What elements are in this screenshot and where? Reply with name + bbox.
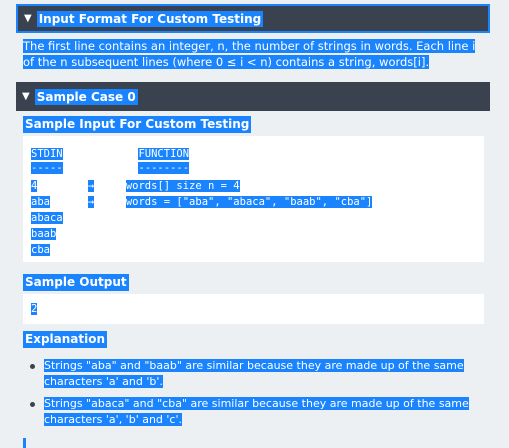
- code-row: cba: [31, 242, 50, 258]
- explanation-label: Explanation: [23, 331, 108, 348]
- input-format-header[interactable]: ▼ Input Format For Custom Testing: [16, 4, 490, 33]
- bullet-icon: [30, 402, 35, 407]
- list-item: Strings "abaca" and "cba" are similar be…: [30, 396, 470, 428]
- output-value: 2: [31, 303, 38, 315]
- code-divider-left: -----: [31, 162, 63, 174]
- sample-case-header[interactable]: ▼ Sample Case 0: [16, 82, 490, 111]
- code-row: abaca: [31, 210, 63, 226]
- right-arrow-icon: →: [87, 180, 95, 192]
- explanation-text: Strings "abaca" and "cba" are similar be…: [44, 397, 469, 426]
- input-format-title: Input Format For Custom Testing: [36, 10, 264, 27]
- code-row: baab: [31, 226, 57, 242]
- code-divider-right: --------: [138, 162, 190, 174]
- sample-input-label: Sample Input For Custom Testing: [23, 116, 252, 133]
- code-header-right: FUNCTION: [138, 148, 190, 160]
- code-divider-row: ----- --------: [31, 160, 190, 176]
- sample-input-box: STDIN FUNCTION ----- -------- 4 → words[…: [23, 136, 484, 262]
- selection-caret: [23, 438, 26, 448]
- description-line-2: of the n subsequent lines (where 0 ≤ i <…: [23, 55, 430, 69]
- list-item: Strings "aba" and "baab" are similar bec…: [30, 358, 470, 390]
- triangle-down-icon: ▼: [22, 91, 30, 102]
- explanation-list: Strings "aba" and "baab" are similar bec…: [30, 358, 470, 434]
- explanation-text: Strings "aba" and "baab" are similar bec…: [44, 359, 464, 388]
- bullet-icon: [30, 364, 35, 369]
- triangle-down-icon: ▼: [24, 13, 32, 24]
- code-row-left: cba: [31, 244, 50, 256]
- sample-output-box: 2: [23, 294, 484, 324]
- code-row-left: 4: [31, 180, 38, 192]
- code-row-left: aba: [31, 196, 50, 208]
- output-value-row: 2: [31, 301, 38, 317]
- code-row: aba → words = ["aba", "abaca", "baab", "…: [31, 194, 373, 210]
- code-row: 4 → words[] size n = 4: [31, 178, 240, 194]
- code-row-right: words[] size n = 4: [125, 180, 240, 192]
- code-row-left: baab: [31, 228, 57, 240]
- input-format-description: The first line contains an integer, n, t…: [23, 38, 493, 70]
- sample-output-label: Sample Output: [23, 274, 129, 291]
- code-row-left: abaca: [31, 212, 63, 224]
- description-line-1: The first line contains an integer, n, t…: [23, 39, 476, 53]
- right-arrow-icon: →: [87, 196, 95, 208]
- code-row-right: words = ["aba", "abaca", "baab", "cba"]: [125, 196, 373, 208]
- code-header-left: STDIN: [31, 148, 63, 160]
- sample-case-title: Sample Case 0: [34, 88, 138, 105]
